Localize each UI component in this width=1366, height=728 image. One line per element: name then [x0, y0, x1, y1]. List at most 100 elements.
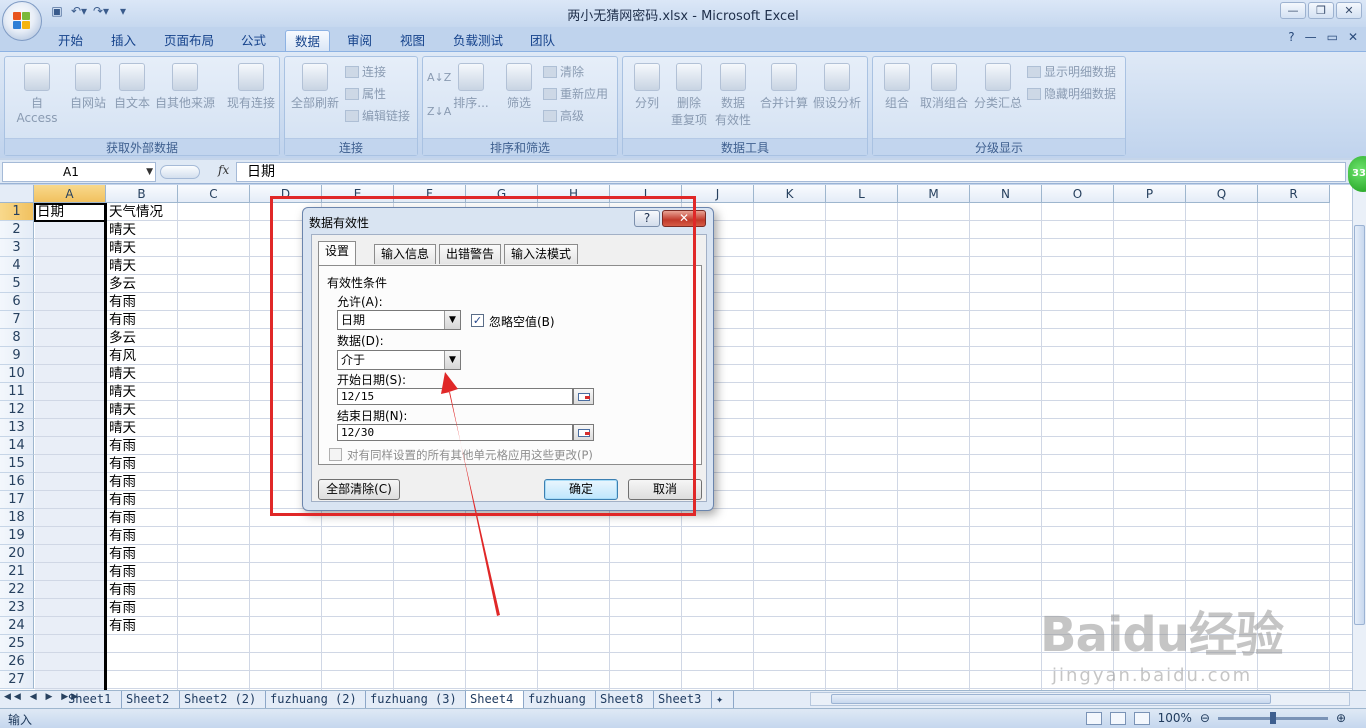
column-header-k[interactable]: K — [754, 185, 826, 203]
column-header-f[interactable]: F — [394, 185, 466, 203]
chevron-down-icon[interactable]: ▼ — [444, 311, 460, 329]
sheet-tab-fuzhuang-3-[interactable]: fuzhuang (3) — [366, 691, 466, 708]
row-header-11[interactable]: 11 — [0, 383, 34, 401]
page-break-view-icon[interactable] — [1133, 711, 1150, 725]
row-header-22[interactable]: 22 — [0, 581, 34, 599]
zoom-level[interactable]: 100% — [1158, 711, 1192, 725]
group-button[interactable]: 组合 — [879, 63, 915, 111]
consolidate-button[interactable]: 合并计算 — [759, 63, 809, 111]
row-header-3[interactable]: 3 — [0, 239, 34, 257]
column-header-q[interactable]: Q — [1186, 185, 1258, 203]
row-header-21[interactable]: 21 — [0, 563, 34, 581]
clear-filter-button[interactable]: 清除 — [543, 63, 584, 80]
cell-b6[interactable]: 有雨 — [107, 293, 136, 311]
cell-b14[interactable]: 有雨 — [107, 437, 136, 455]
formula-bar-splitter[interactable] — [160, 165, 200, 179]
row-header-16[interactable]: 16 — [0, 473, 34, 491]
close-window-button[interactable]: ✕ — [1336, 2, 1362, 19]
row-header-17[interactable]: 17 — [0, 491, 34, 509]
column-header-e[interactable]: E — [322, 185, 394, 203]
from-access-button[interactable]: 自 Access — [9, 63, 65, 125]
column-header-n[interactable]: N — [970, 185, 1042, 203]
minimize-ribbon-icon[interactable]: — — [1305, 30, 1317, 44]
row-header-12[interactable]: 12 — [0, 401, 34, 419]
row-header-4[interactable]: 4 — [0, 257, 34, 275]
column-header-p[interactable]: P — [1114, 185, 1186, 203]
connections-button[interactable]: 连接 — [345, 63, 386, 80]
horizontal-scrollbar[interactable] — [810, 692, 1350, 706]
from-other-sources-button[interactable]: 自其他来源 — [153, 63, 217, 111]
cell-b16[interactable]: 有雨 — [107, 473, 136, 491]
insert-function-icon[interactable]: fx — [218, 163, 229, 177]
column-header-l[interactable]: L — [826, 185, 898, 203]
tab-load-test[interactable]: 负载测试 — [444, 30, 512, 51]
tab-view[interactable]: 视图 — [391, 30, 434, 51]
row-header-15[interactable]: 15 — [0, 455, 34, 473]
end-date-input[interactable]: 12/30 — [337, 424, 573, 441]
edit-links-button[interactable]: 编辑链接 — [345, 107, 410, 124]
cell-b4[interactable]: 晴天 — [107, 257, 136, 275]
clear-all-button[interactable]: 全部清除(C) — [318, 479, 400, 500]
restore-button[interactable]: ❐ — [1308, 2, 1334, 19]
column-header-o[interactable]: O — [1042, 185, 1114, 203]
cell-b23[interactable]: 有雨 — [107, 599, 136, 617]
sort-descending-icon[interactable]: Z↓A — [427, 105, 451, 118]
row-header-10[interactable]: 10 — [0, 365, 34, 383]
column-header-i[interactable]: I — [610, 185, 682, 203]
help-icon[interactable]: ? — [1288, 30, 1294, 44]
from-text-button[interactable]: 自文本 — [109, 63, 155, 111]
row-header-27[interactable]: 27 — [0, 671, 34, 689]
vertical-scroll-thumb[interactable] — [1354, 225, 1365, 625]
row-header-8[interactable]: 8 — [0, 329, 34, 347]
start-date-input[interactable]: 12/15 — [337, 388, 573, 405]
column-header-m[interactable]: M — [898, 185, 970, 203]
column-header-r[interactable]: R — [1258, 185, 1330, 203]
sheet-tab-sheet3[interactable]: Sheet3 — [654, 691, 712, 708]
chevron-down-icon[interactable]: ▼ — [146, 163, 153, 181]
row-header-24[interactable]: 24 — [0, 617, 34, 635]
text-to-columns-button[interactable]: 分列 — [627, 63, 667, 111]
horizontal-scroll-thumb[interactable] — [831, 694, 1271, 704]
row-header-19[interactable]: 19 — [0, 527, 34, 545]
cell-b17[interactable]: 有雨 — [107, 491, 136, 509]
zoom-in-icon[interactable]: ⊕ — [1336, 711, 1346, 725]
cell-b8[interactable]: 多云 — [107, 329, 136, 347]
cell-b13[interactable]: 晴天 — [107, 419, 136, 437]
row-header-7[interactable]: 7 — [0, 311, 34, 329]
ungroup-button[interactable]: 取消组合 — [917, 63, 971, 111]
ok-button[interactable]: 确定 — [544, 479, 618, 500]
sheet-tab-sheet4[interactable]: Sheet4 — [466, 691, 524, 708]
cell-b19[interactable]: 有雨 — [107, 527, 136, 545]
cell-a1[interactable]: 日期 — [35, 203, 64, 221]
zoom-out-icon[interactable]: ⊖ — [1200, 711, 1210, 725]
tab-home[interactable]: 开始 — [49, 30, 92, 51]
data-select[interactable]: 介于 ▼ — [337, 350, 461, 370]
row-header-2[interactable]: 2 — [0, 221, 34, 239]
column-header-h[interactable]: H — [538, 185, 610, 203]
row-header-14[interactable]: 14 — [0, 437, 34, 455]
row-header-23[interactable]: 23 — [0, 599, 34, 617]
show-detail-button[interactable]: 显示明细数据 — [1027, 63, 1116, 80]
data-validation-button[interactable]: 数据 有效性 — [711, 63, 755, 128]
tab-input-message[interactable]: 输入信息 — [374, 244, 437, 264]
cell-b10[interactable]: 晴天 — [107, 365, 136, 383]
column-header-j[interactable]: J — [682, 185, 754, 203]
sort-button[interactable]: 排序... — [453, 63, 489, 111]
cell-b11[interactable]: 晴天 — [107, 383, 136, 401]
column-header-c[interactable]: C — [178, 185, 250, 203]
hide-detail-button[interactable]: 隐藏明细数据 — [1027, 85, 1116, 102]
from-web-button[interactable]: 自网站 — [65, 63, 111, 111]
column-header-b[interactable]: B — [106, 185, 178, 203]
remove-duplicates-button[interactable]: 删除 重复项 — [667, 63, 711, 128]
tab-insert[interactable]: 插入 — [102, 30, 145, 51]
sheet-tab-sheet2-2-[interactable]: Sheet2 (2) — [180, 691, 266, 708]
row-header-25[interactable]: 25 — [0, 635, 34, 653]
row-header-5[interactable]: 5 — [0, 275, 34, 293]
cell-b5[interactable]: 多云 — [107, 275, 136, 293]
tab-team[interactable]: 团队 — [521, 30, 564, 51]
select-all-corner[interactable] — [0, 185, 34, 203]
cell-b1[interactable]: 天气情况 — [107, 203, 163, 221]
ignore-blank-checkbox[interactable]: ✓ — [471, 314, 484, 327]
dialog-help-button[interactable]: ? — [634, 210, 660, 227]
cell-b12[interactable]: 晴天 — [107, 401, 136, 419]
